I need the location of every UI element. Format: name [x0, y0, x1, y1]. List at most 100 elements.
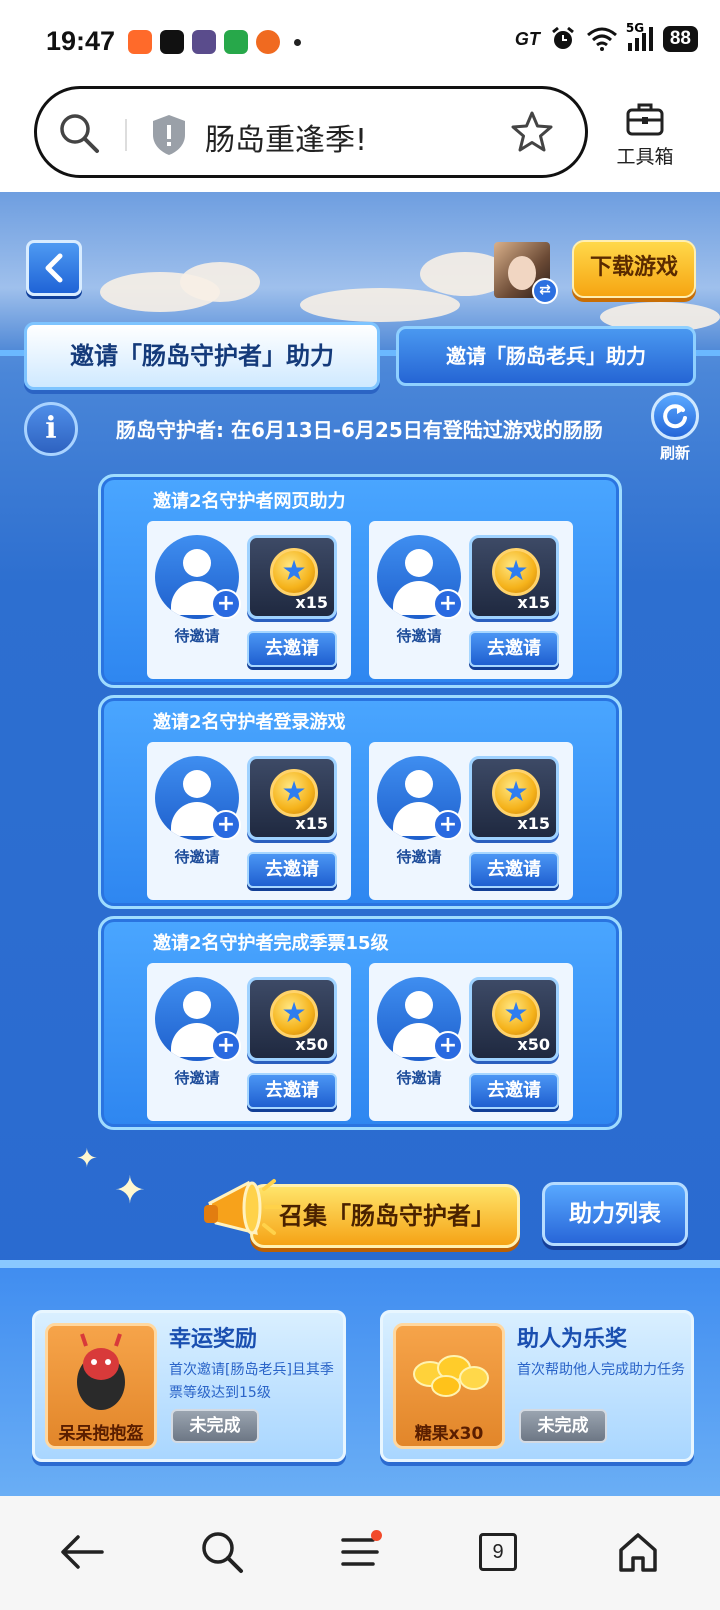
download-game-button[interactable]: 下载游戏: [572, 240, 696, 298]
invite-status: 待邀请: [174, 627, 220, 645]
app-icon-tiktok: [160, 30, 184, 54]
panel-title: 邀请2名守护者网页助力: [153, 491, 346, 512]
divider: [125, 119, 127, 151]
refresh-button[interactable]: 刷新: [648, 392, 702, 463]
coin-reward: ★ x15: [469, 756, 559, 840]
plus-icon[interactable]: +: [211, 589, 241, 619]
gather-guardians-button[interactable]: 召集「肠岛守护者」: [250, 1184, 520, 1248]
clock: 19:47: [46, 26, 116, 56]
nav-back-button[interactable]: [56, 1526, 108, 1578]
reward-description: 首次邀请[肠岛老兵]且其季票等级达到15级: [169, 1362, 334, 1401]
coin-reward: ★ x15: [247, 535, 337, 619]
notification-dot: [371, 1530, 382, 1541]
notification-icons: [128, 30, 301, 54]
helmet-reward-image: 呆呆抱抱盔: [45, 1323, 157, 1449]
battery-level: 88: [662, 26, 698, 52]
coin-reward: ★ x15: [469, 535, 559, 619]
browser-bottom-nav: 9: [0, 1496, 720, 1610]
star-coin-icon: ★: [270, 990, 318, 1038]
megaphone-icon: [204, 1179, 282, 1236]
candy-reward-image: 糖果x30: [393, 1323, 505, 1449]
star-coin-icon: ★: [492, 990, 540, 1038]
reward-quantity: x15: [295, 814, 328, 833]
coin-reward: ★ x15: [247, 756, 337, 840]
nav-tabs-button[interactable]: 9: [472, 1526, 524, 1578]
star-coin-icon: ★: [270, 769, 318, 817]
arrow-left-icon: [61, 1535, 104, 1569]
reward-title: 幸运奖励: [169, 1327, 258, 1352]
invite-status: 待邀请: [396, 1069, 442, 1087]
more-dot-icon: [294, 38, 301, 46]
search-icon[interactable]: [57, 111, 101, 155]
page-title: 肠岛重逢季!: [205, 123, 368, 158]
alarm-icon: [551, 26, 574, 49]
tab-count: 9: [479, 1533, 517, 1571]
invite-status: 待邀请: [396, 627, 442, 645]
tab-invite-guardian[interactable]: 邀请「肠岛守护者」助力: [24, 322, 380, 390]
invite-slot: + 待邀请 ★ x50 去邀请: [147, 963, 351, 1121]
plus-icon[interactable]: +: [433, 589, 463, 619]
shield-icon[interactable]: [149, 113, 189, 157]
bookmark-star-icon[interactable]: [509, 109, 555, 155]
sparkle-icon: ✦: [76, 1144, 98, 1174]
status-bar: 19:47 GT 5G 88: [0, 0, 720, 80]
system-icons: GT 5G 88: [514, 21, 698, 52]
app-icon-game: [192, 30, 216, 54]
game-page: ⇄ 下载游戏 邀请「肠岛守护者」助力 邀请「肠岛老兵」助力 i 肠岛守护者: 在…: [0, 192, 720, 1496]
tab-invite-veteran[interactable]: 邀请「肠岛老兵」助力: [396, 326, 696, 386]
nav-search-button[interactable]: [196, 1526, 248, 1578]
search-icon: [202, 1532, 243, 1573]
panel-title: 邀请2名守护者登录游戏: [153, 712, 346, 733]
sparkle-icon: ✦: [114, 1168, 146, 1212]
app-icon-green: [224, 30, 248, 54]
invite-slot: + 待邀请 ★ x15 去邀请: [369, 521, 573, 679]
back-button[interactable]: [26, 240, 82, 296]
task-panel-season-pass: 邀请2名守护者完成季票15级 + 待邀请 ★ x50 去邀请 + 待邀请 ★ x50…: [98, 916, 622, 1130]
reward-title: 助人为乐奖: [517, 1327, 628, 1352]
reward-quantity: x15: [517, 593, 550, 612]
reward-quantity: x15: [517, 814, 550, 833]
info-icon[interactable]: i: [24, 402, 78, 456]
toolbox-icon: [626, 103, 664, 136]
reward-card-lucky[interactable]: 呆呆抱抱盔 幸运奖励 首次邀请[肠岛老兵]且其季票等级达到15级 未完成: [32, 1310, 346, 1462]
reward-quantity: x50: [517, 1035, 550, 1054]
go-invite-button[interactable]: 去邀请: [247, 631, 337, 667]
plus-icon[interactable]: +: [211, 810, 241, 840]
go-invite-button[interactable]: 去邀请: [247, 852, 337, 888]
reward-quantity: x15: [295, 593, 328, 612]
nav-home-button[interactable]: [612, 1526, 664, 1578]
app-icon-pumpkin: [256, 30, 280, 54]
home-icon: [619, 1533, 657, 1572]
reward-status-badge: 未完成: [519, 1409, 607, 1443]
plus-icon[interactable]: +: [211, 1031, 241, 1061]
tab-bar: 邀请「肠岛守护者」助力 邀请「肠岛老兵」助力: [0, 322, 720, 392]
go-invite-button[interactable]: 去邀请: [247, 1073, 337, 1109]
help-list-button[interactable]: 助力列表: [542, 1182, 688, 1246]
toolbox-button[interactable]: 工具箱: [614, 100, 676, 169]
wifi-icon: [586, 27, 617, 51]
star-coin-icon: ★: [492, 548, 540, 596]
panel-title: 邀请2名守护者完成季票15级: [153, 933, 389, 954]
candy-icon: [413, 1355, 489, 1397]
chevron-left-icon: [45, 253, 63, 283]
invite-status: 待邀请: [396, 848, 442, 866]
invite-slot: + 待邀请 ★ x15 去邀请: [147, 521, 351, 679]
plus-icon[interactable]: +: [433, 810, 463, 840]
address-field[interactable]: 肠岛重逢季!: [34, 86, 588, 178]
reward-status-badge: 未完成: [171, 1409, 259, 1443]
plus-icon[interactable]: +: [433, 1031, 463, 1061]
go-invite-button[interactable]: 去邀请: [469, 852, 559, 888]
app-icon-kuaishou: [128, 30, 152, 54]
gt-icon: GT: [514, 28, 540, 49]
invite-status: 待邀请: [174, 1069, 220, 1087]
reward-item-name: 呆呆抱抱盔: [58, 1424, 144, 1444]
invite-slot: + 待邀请 ★ x50 去邀请: [369, 963, 573, 1121]
go-invite-button[interactable]: 去邀请: [469, 1073, 559, 1109]
toolbox-label: 工具箱: [616, 146, 674, 168]
nav-menu-button[interactable]: [334, 1526, 386, 1578]
signal-icon: 5G: [626, 21, 653, 51]
switch-account-icon[interactable]: ⇄: [532, 278, 558, 304]
go-invite-button[interactable]: 去邀请: [469, 631, 559, 667]
coin-reward: ★ x50: [247, 977, 337, 1061]
reward-card-helper[interactable]: 糖果x30 助人为乐奖 首次帮助他人完成助力任务 未完成: [380, 1310, 694, 1462]
